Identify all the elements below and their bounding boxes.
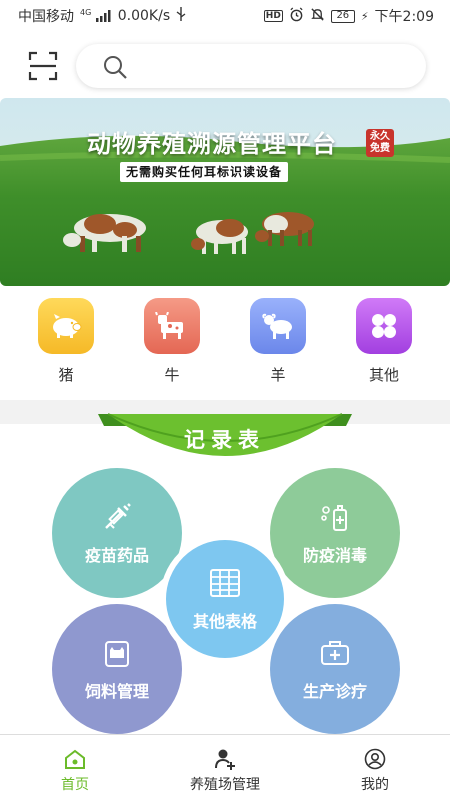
records-title: 记录表 (184, 427, 265, 452)
category-sheep[interactable]: 羊 (248, 298, 308, 385)
category-other[interactable]: 其他 (354, 298, 414, 385)
banner[interactable]: 动物养殖溯源管理平台 永久免费 无需购买任何耳标识读设备 (0, 98, 450, 286)
category-label: 羊 (270, 366, 286, 384)
status-bar: 中国移动 4G 0.00K/s HD 26 ⚡ 下午2:09 (0, 0, 450, 32)
record-label: 疫苗药品 (84, 546, 149, 565)
home-icon (65, 749, 85, 769)
bottom-tab-bar: 首页 养殖场管理 我的 (0, 734, 450, 800)
profile-icon (364, 748, 386, 769)
syringe-icon (105, 503, 131, 529)
search-icon (104, 56, 127, 79)
feed-icon (105, 641, 129, 667)
record-label: 防疫消毒 (302, 546, 367, 565)
category-cow[interactable]: 牛 (142, 298, 202, 385)
sheep-icon (250, 298, 306, 354)
search-input[interactable] (138, 52, 408, 80)
medkit-icon (321, 641, 349, 665)
disinfect-icon (321, 505, 347, 531)
category-label: 其他 (368, 366, 399, 384)
tab-home[interactable]: 首页 (0, 735, 150, 800)
signal-icon: 4G (80, 8, 112, 25)
net-speed: 0.00K/s (117, 8, 171, 24)
search-bar (0, 40, 450, 92)
record-medical[interactable]: 生产诊疗 (270, 604, 400, 734)
record-label: 饲料管理 (84, 682, 149, 701)
network-type: 4G (80, 7, 92, 17)
grid-icon (356, 298, 412, 354)
category-label: 猪 (58, 366, 74, 384)
mute-icon (310, 7, 325, 26)
records-section: 记录表 疫苗药品 防疫消毒 饲料管理 生产诊疗 其他表格 (0, 408, 450, 734)
usb-icon (176, 7, 186, 25)
battery-level: 26 (336, 10, 350, 21)
record-feed[interactable]: 饲料管理 (52, 604, 182, 734)
category-label: 牛 (164, 366, 180, 384)
record-disinfect[interactable]: 防疫消毒 (270, 468, 400, 598)
carrier-name: 中国移动 (18, 9, 74, 25)
search-box[interactable] (76, 44, 426, 88)
tab-label: 养殖场管理 (190, 776, 260, 793)
battery-icon: 26 (330, 9, 355, 23)
record-other-tables[interactable]: 其他表格 (160, 534, 290, 664)
alarm-icon (289, 6, 304, 26)
banner-subtitle: 无需购买任何耳标识读设备 (120, 162, 289, 182)
category-row: 猪 牛 羊 其他 (0, 298, 450, 388)
pig-icon (38, 298, 94, 354)
tab-profile[interactable]: 我的 (300, 735, 450, 800)
tab-label: 首页 (61, 776, 89, 793)
add-user-icon (215, 749, 235, 770)
banner-badge: 永久免费 (366, 129, 394, 157)
clock: 下午2:09 (374, 9, 434, 25)
hd-badge: HD (263, 10, 283, 22)
record-label: 生产诊疗 (302, 682, 367, 701)
scan-icon[interactable] (28, 51, 58, 81)
tab-farm-management[interactable]: 养殖场管理 (150, 735, 300, 800)
category-pig[interactable]: 猪 (36, 298, 96, 385)
charging-icon: ⚡ (360, 9, 369, 23)
table-icon (210, 569, 240, 597)
cow-icon (144, 298, 200, 354)
record-label: 其他表格 (192, 612, 257, 631)
tab-label: 我的 (361, 776, 389, 793)
